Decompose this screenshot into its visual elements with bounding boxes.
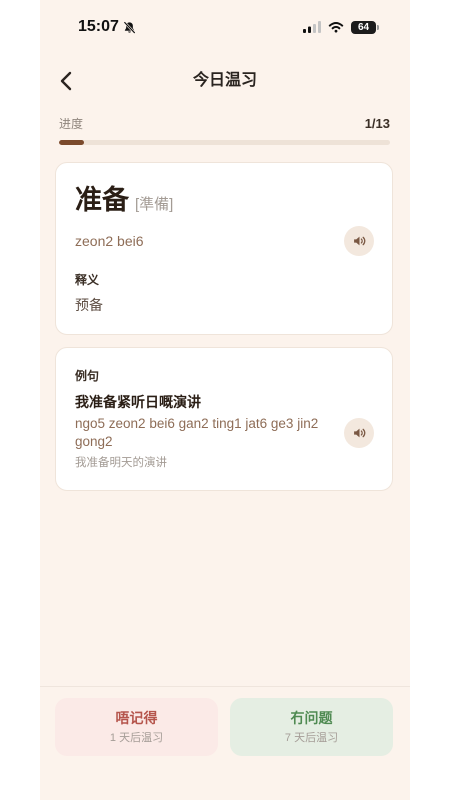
no-problem-button-label: 冇问题 [290,710,333,726]
play-example-audio-button[interactable] [344,418,374,448]
status-left: 15:07 [78,17,136,37]
word-card: 准备 [準備] zeon2 bei6 释义 预备 [55,162,393,335]
battery-icon: 64 [351,20,379,34]
chevron-left-icon [60,71,72,91]
wifi-icon [328,22,344,33]
forgot-button-label: 唔记得 [115,710,158,726]
example-label: 例句 [75,369,100,383]
play-word-audio-button[interactable] [344,226,374,256]
no-problem-button[interactable]: 冇问题 7 天后温习 [230,698,393,756]
speaker-icon [353,236,365,246]
review-action-bar: 唔记得 1 天后温习 冇问题 7 天后温习 [40,686,410,800]
page-title: 今日温习 [192,72,257,89]
progress-label: 进度 [59,117,84,131]
speaker-icon [353,428,365,438]
bell-slash-icon [123,20,136,34]
meaning-text: 预备 [75,297,103,313]
no-problem-button-interval: 7 天后温习 [284,732,339,744]
word-pronunciation-row: zeon2 bei6 [75,226,374,256]
status-right: 64 [303,20,379,34]
word-jyutping: zeon2 bei6 [75,233,144,249]
status-time: 15:07 [78,18,119,35]
battery-level: 64 [357,21,370,33]
example-jyutping: ngo5 zeon2 bei6 gan2 ting1 jat6 ge3 jin2… [75,416,319,449]
status-bar: 15:07 64 [40,0,410,50]
word-row: 准备 [準備] [75,182,374,218]
header: 今日温习 [40,64,410,98]
example-translation: 我准备明天的演讲 [75,457,167,469]
example-card: 例句 我准备紧听日嘅演讲 ngo5 zeon2 bei6 gan2 ting1 … [55,347,393,491]
forgot-button[interactable]: 唔记得 1 天后温习 [55,698,218,756]
progress-section: 进度 1/13 [59,115,390,145]
back-button[interactable] [51,64,81,98]
progress-fill [59,140,85,145]
forgot-button-interval: 1 天后温习 [109,732,164,744]
meaning-label: 释义 [75,273,100,287]
progress-bar [59,140,390,145]
cellular-signal-icon [303,21,321,33]
traditional-form: [準備] [135,196,174,213]
progress-count: 1/13 [364,116,390,131]
example-pronunciation-row: ngo5 zeon2 bei6 gan2 ting1 jat6 ge3 jin2… [75,415,374,451]
app-screen: 15:07 64 今日温习 进度 1/13 准备 [準備] zeon2 bei6… [40,0,410,800]
headword: 准备 [75,185,129,215]
progress-header: 进度 1/13 [59,115,390,133]
example-sentence: 我准备紧听日嘅演讲 [75,394,201,410]
